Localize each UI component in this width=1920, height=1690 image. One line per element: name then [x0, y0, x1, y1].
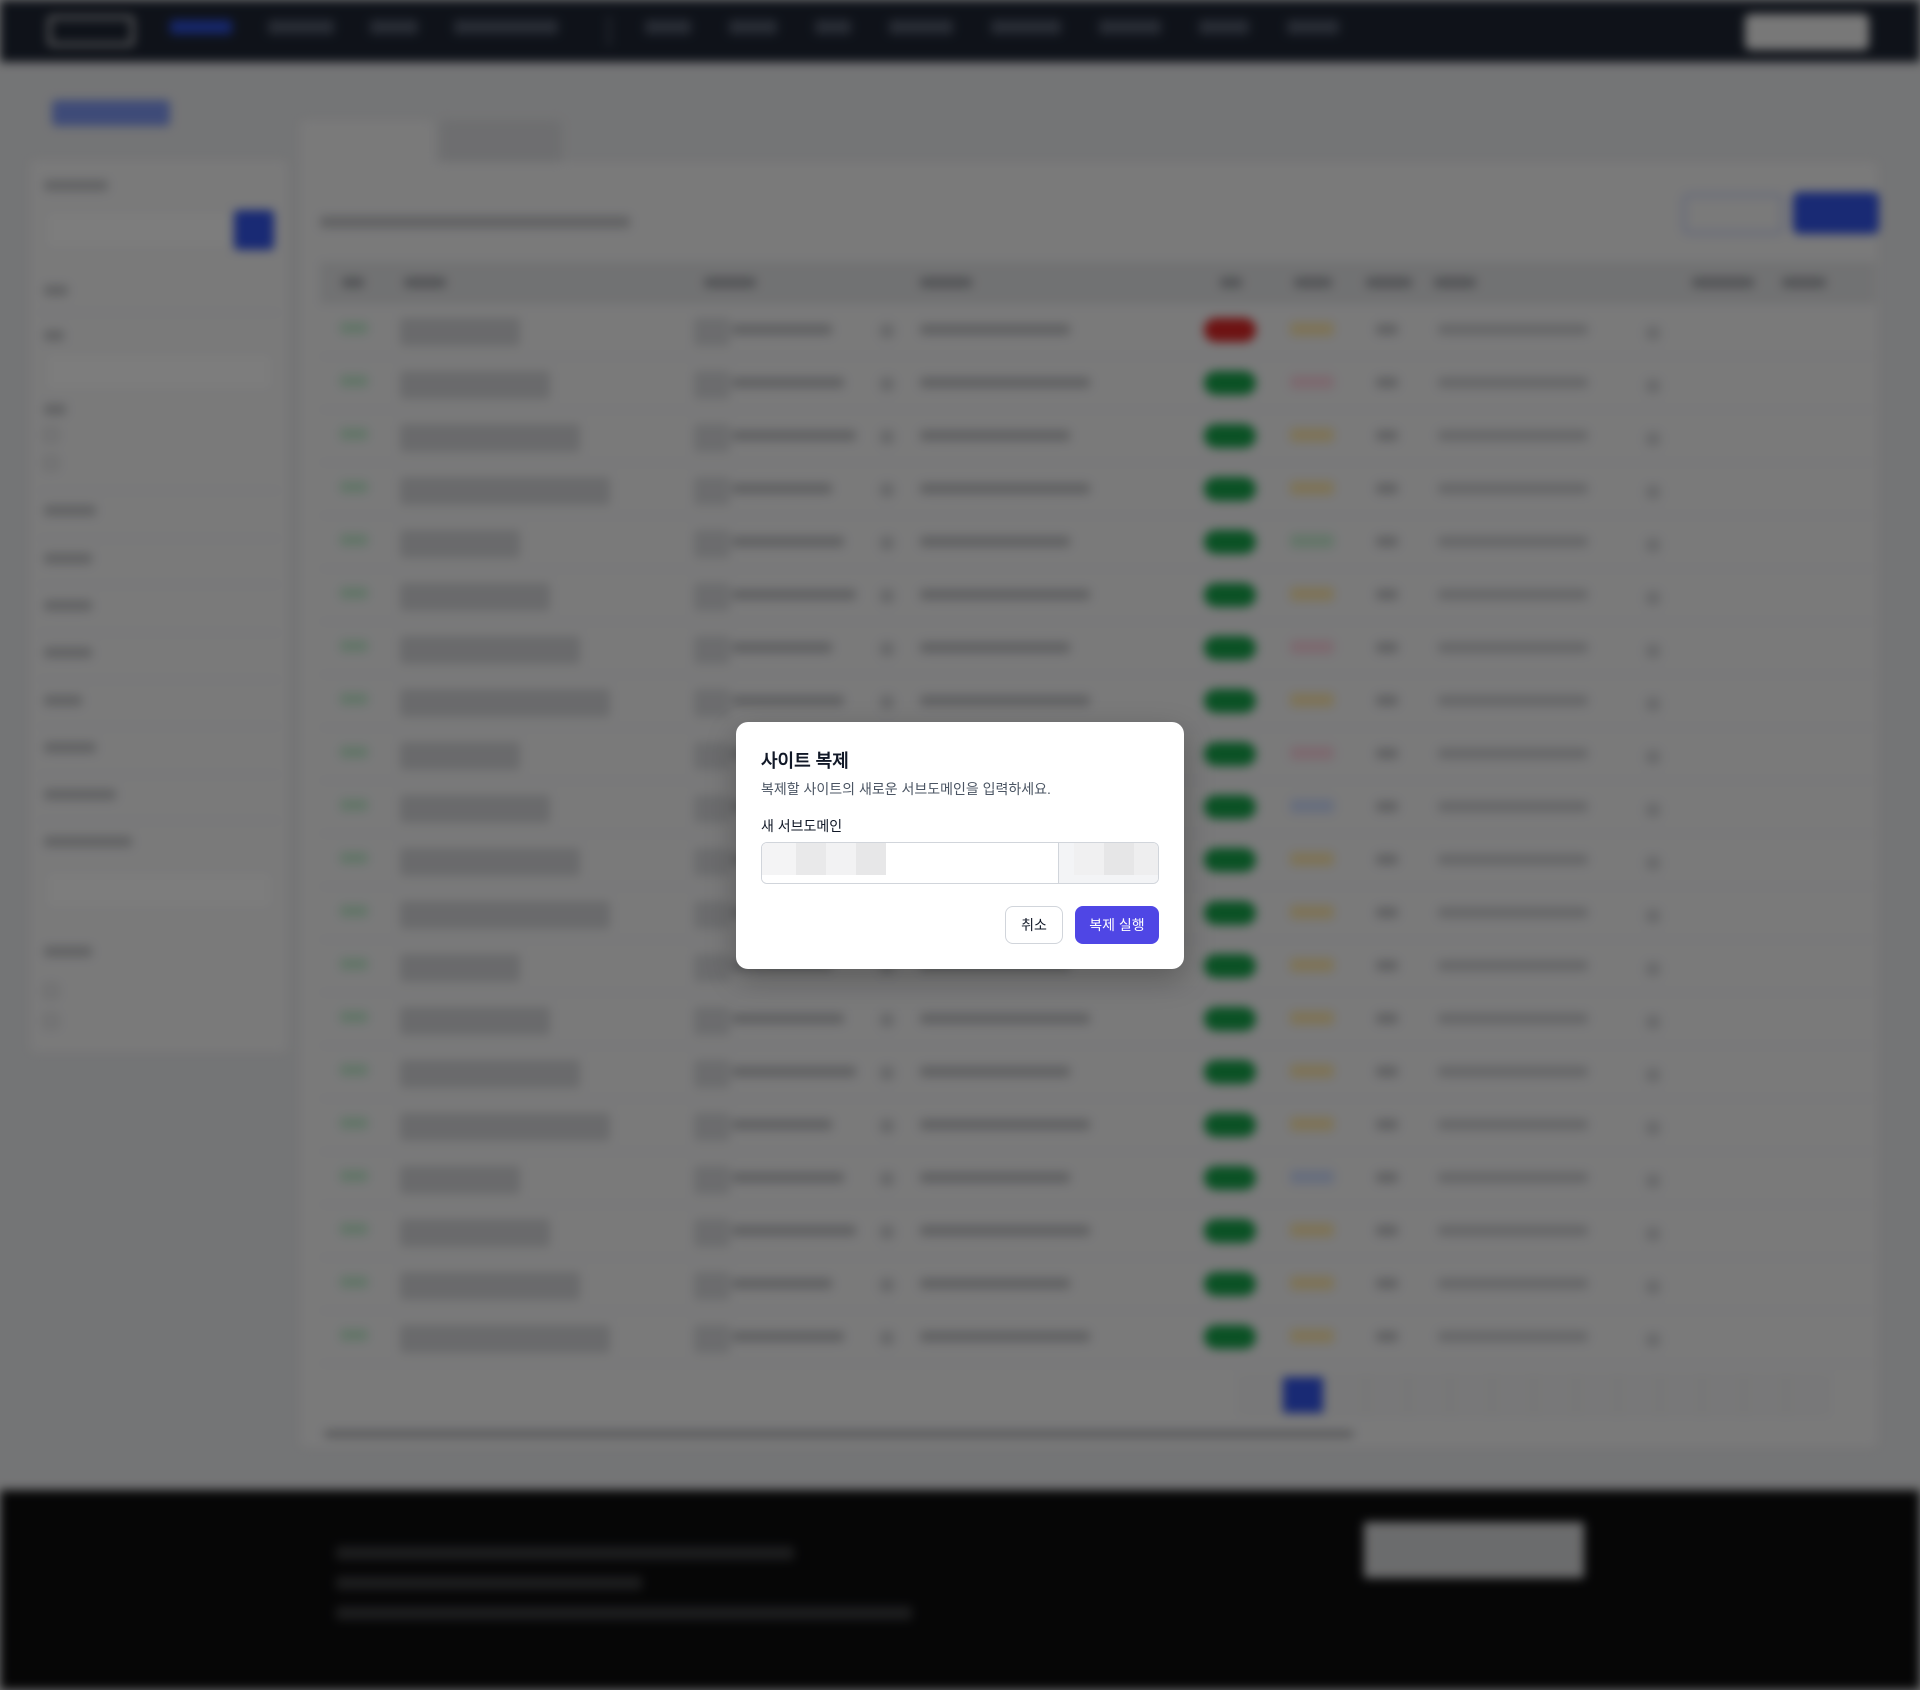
duplicate-execute-button[interactable]: 복제 실행 — [1075, 906, 1159, 944]
redacted-text — [796, 843, 826, 875]
cancel-button[interactable]: 취소 — [1005, 906, 1063, 944]
redacted-text — [826, 843, 856, 875]
dialog-actions: 취소 복제 실행 — [1005, 906, 1159, 944]
dialog-description: 복제할 사이트의 새로운 서브도메인을 입력하세요. — [761, 781, 1051, 797]
subdomain-field — [761, 842, 1159, 884]
duplicate-site-dialog: 사이트 복제 복제할 사이트의 새로운 서브도메인을 입력하세요. 새 서브도메… — [736, 722, 1184, 969]
redacted-text — [856, 843, 886, 875]
subdomain-label: 새 서브도메인 — [761, 818, 843, 834]
redacted-text — [1134, 843, 1158, 875]
redacted-text — [1074, 843, 1104, 875]
dialog-title: 사이트 복제 — [761, 751, 849, 771]
redacted-text — [1104, 843, 1134, 875]
redacted-text — [762, 843, 796, 875]
